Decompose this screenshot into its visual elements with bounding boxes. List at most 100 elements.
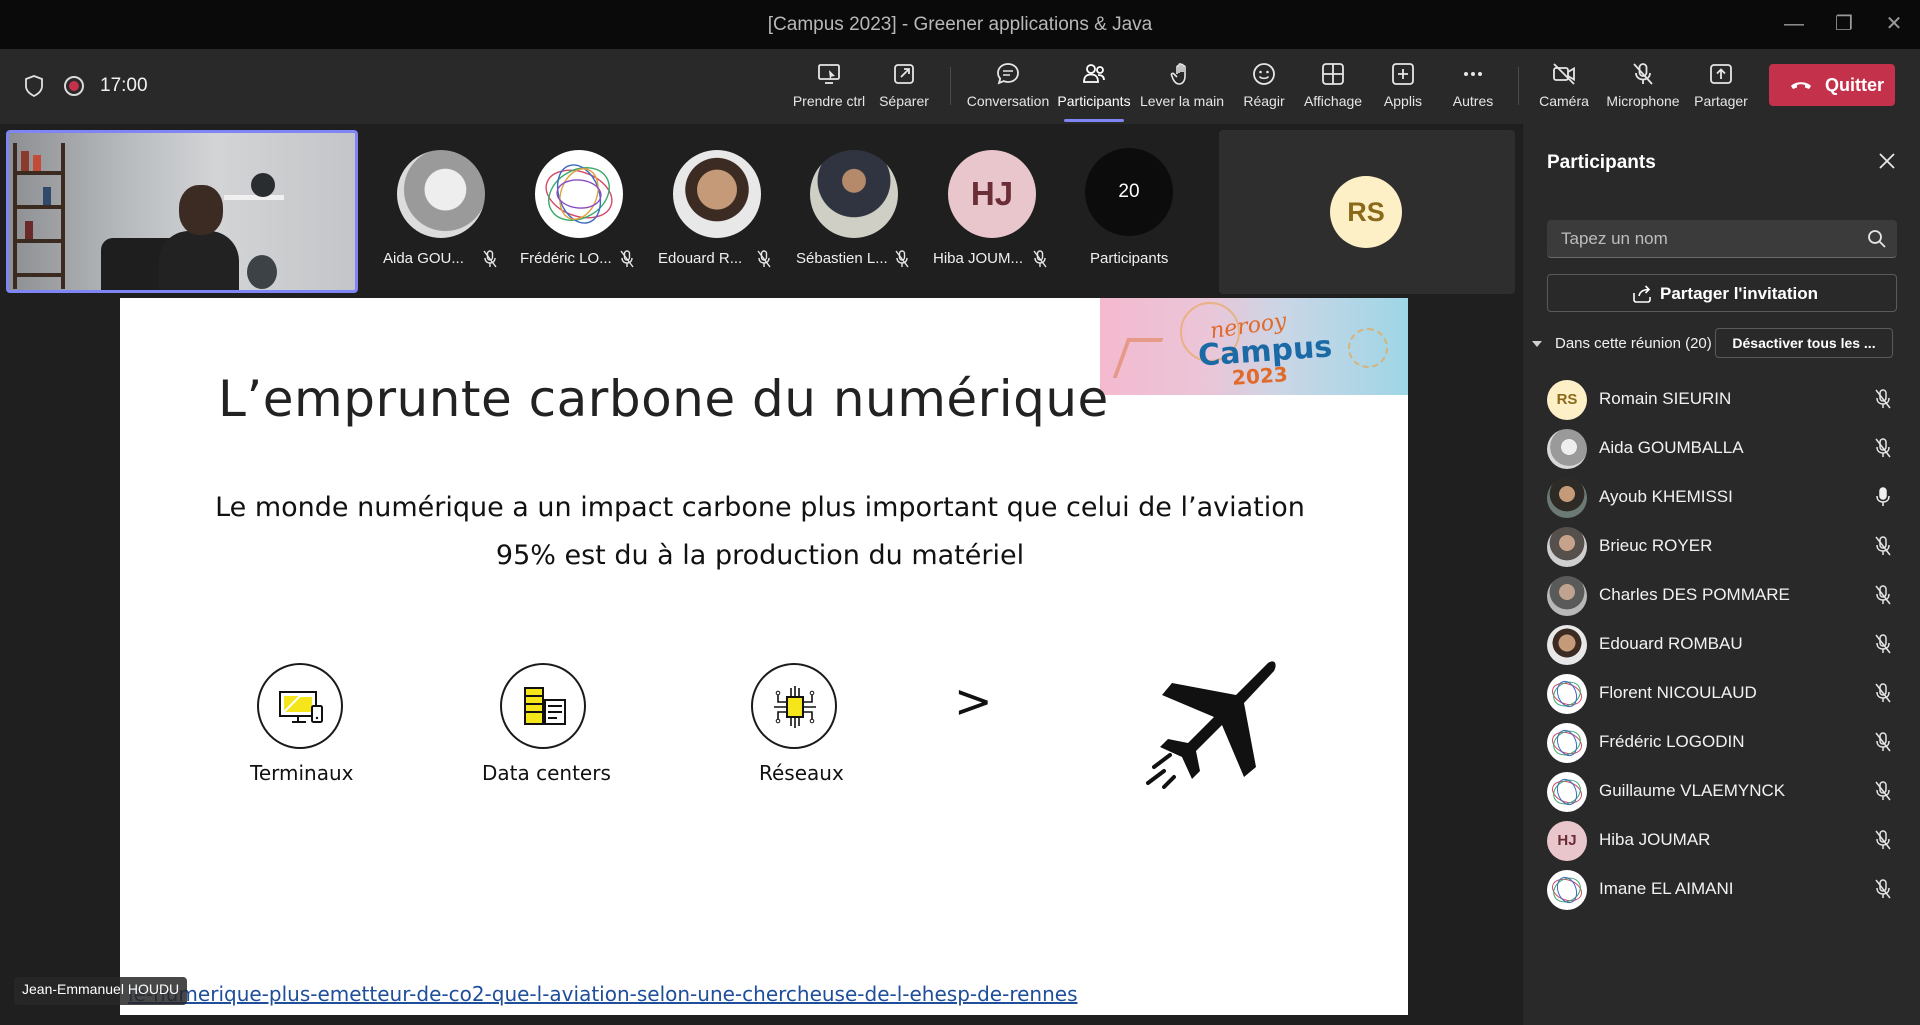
- hang-up-icon: [1791, 82, 1811, 89]
- mic-off-icon: [620, 250, 634, 268]
- rings-logo-icon: [1551, 778, 1583, 806]
- raise-hand-button[interactable]: Lever la main: [1138, 61, 1226, 113]
- palm-decoration: [1348, 328, 1388, 368]
- participants-panel: Participants Partager l'invitation Dans …: [1522, 124, 1920, 1025]
- toolbar-divider: [950, 67, 951, 105]
- minimize-button[interactable]: —: [1774, 10, 1814, 38]
- networks-icon-circle: [751, 663, 837, 749]
- recording-icon: [64, 76, 84, 96]
- toolbar-divider: [1518, 67, 1519, 105]
- view-label: Affichage: [1303, 93, 1363, 109]
- participant-name: Charles DES POMMARE: [1599, 585, 1790, 604]
- rings-logo-icon: [1551, 876, 1583, 904]
- apps-label: Applis: [1383, 93, 1423, 109]
- participant-avatar[interactable]: [535, 150, 623, 238]
- avatar: [1547, 870, 1587, 910]
- meeting-toolbar: 17:00 Prendre ctrl Séparer Conversation …: [0, 49, 1920, 124]
- mic-off-icon: [1875, 634, 1891, 654]
- people-icon: [1056, 61, 1132, 91]
- data-centers-label: Data centers: [482, 761, 611, 785]
- participant-avatar[interactable]: HJ: [948, 150, 1036, 238]
- more-button[interactable]: Autres: [1448, 61, 1498, 113]
- participant-row[interactable]: Aida GOUMBALLA: [1523, 423, 1920, 472]
- mic-off-icon: [1875, 585, 1891, 605]
- participant-row[interactable]: Frédéric LOGODIN: [1523, 717, 1920, 766]
- data-centers-icon-circle: [500, 663, 586, 749]
- window-title: [Campus 2023] - Greener applications & J…: [767, 14, 1153, 35]
- pop-out-button[interactable]: Séparer: [874, 61, 934, 113]
- mic-on-icon: [1876, 487, 1890, 506]
- close-window-button[interactable]: ✕: [1874, 10, 1914, 38]
- mic-off-icon: [1875, 830, 1891, 850]
- slide-statement: Le monde numérique a un impact carbone p…: [215, 492, 1305, 523]
- featured-avatar: RS: [1330, 176, 1402, 248]
- more-label: Autres: [1452, 93, 1494, 109]
- avatar: [1547, 527, 1587, 567]
- participant-row[interactable]: Florent NICOULAUD: [1523, 668, 1920, 717]
- participant-row[interactable]: HJ Hiba JOUMAR: [1523, 815, 1920, 864]
- react-button[interactable]: Réagir: [1240, 61, 1288, 113]
- take-control-icon: [792, 61, 866, 91]
- apps-button[interactable]: Applis: [1380, 61, 1426, 113]
- leave-label: Quitter: [1825, 75, 1885, 95]
- mic-off-icon: [757, 250, 771, 268]
- video-person-body: [159, 231, 239, 290]
- airplane-icon: [1146, 661, 1276, 789]
- presenter-name-tag: Jean-Emmanuel HOUDU: [14, 977, 188, 1005]
- participant-count[interactable]: 20: [1085, 148, 1173, 236]
- camera-button[interactable]: Caméra: [1536, 61, 1592, 113]
- restore-button[interactable]: ❐: [1824, 10, 1864, 38]
- avatar: [1547, 723, 1587, 763]
- participant-avatar[interactable]: [397, 150, 485, 238]
- share-invite-button[interactable]: Partager l'invitation: [1547, 274, 1897, 312]
- participants-button[interactable]: Participants: [1056, 61, 1132, 113]
- take-control-button[interactable]: Prendre ctrl: [792, 61, 866, 113]
- search-input[interactable]: [1561, 228, 1851, 250]
- participant-avatar[interactable]: [673, 150, 761, 238]
- microphone-button[interactable]: Microphone: [1604, 61, 1682, 113]
- participant-name: Frédéric LOGODIN: [1599, 732, 1745, 751]
- greater-than-sign: >: [954, 674, 993, 728]
- participant-search[interactable]: [1547, 220, 1897, 258]
- participant-row[interactable]: Guillaume VLAEMYNCK: [1523, 766, 1920, 815]
- terminals-label: Terminaux: [250, 761, 354, 785]
- participant-row[interactable]: RS Romain SIEURIN: [1523, 374, 1920, 423]
- in-meeting-label: Dans cette réunion (20): [1555, 335, 1712, 352]
- monitor-icon: [279, 691, 323, 723]
- participant-name: Edouard ROMBAU: [1599, 634, 1743, 653]
- view-button[interactable]: Affichage: [1302, 61, 1364, 113]
- share-button[interactable]: Partager: [1692, 61, 1750, 113]
- meeting-timer: 17:00: [100, 75, 148, 96]
- source-link[interactable]: le-numerique-plus-emetteur-de-co2-que-l-…: [128, 982, 1077, 1006]
- mute-all-button[interactable]: Désactiver tous les ...: [1715, 328, 1893, 358]
- self-video[interactable]: [6, 130, 358, 293]
- rings-logo-icon: [545, 164, 613, 224]
- close-icon[interactable]: [1875, 149, 1899, 173]
- participant-row[interactable]: Brieuc ROYER: [1523, 521, 1920, 570]
- leave-button[interactable]: Quitter: [1769, 64, 1895, 106]
- mic-off-icon: [1875, 438, 1891, 458]
- participant-row[interactable]: Charles DES POMMARE: [1523, 570, 1920, 619]
- volleyball-player-decoration: [1112, 338, 1164, 378]
- chat-button[interactable]: Conversation: [966, 61, 1050, 113]
- terminals-icon-circle: [257, 663, 343, 749]
- participant-row[interactable]: Edouard ROMBAU: [1523, 619, 1920, 668]
- search-icon[interactable]: [1867, 229, 1887, 249]
- caret-down-icon: [1532, 341, 1542, 347]
- react-label: Réagir: [1243, 93, 1285, 109]
- mic-off-icon: [1875, 536, 1891, 556]
- video-person-head: [179, 185, 223, 235]
- participant-name: Imane EL AIMANI: [1599, 879, 1734, 898]
- participant-row[interactable]: Ayoub KHEMISSI: [1523, 472, 1920, 521]
- camera-off-icon: [1536, 61, 1592, 91]
- avatar: [1547, 429, 1587, 469]
- participant-avatar[interactable]: [810, 150, 898, 238]
- participant-row[interactable]: Imane EL AIMANI: [1523, 864, 1920, 913]
- participant-name: Frédéric LO...: [520, 250, 612, 267]
- rings-logo-icon: [1551, 729, 1583, 757]
- video-jar: [247, 255, 277, 289]
- take-control-label: Prendre ctrl: [792, 93, 866, 109]
- participant-name: Florent NICOULAUD: [1599, 683, 1757, 702]
- avatar: [1547, 478, 1587, 518]
- video-plant: [251, 173, 275, 197]
